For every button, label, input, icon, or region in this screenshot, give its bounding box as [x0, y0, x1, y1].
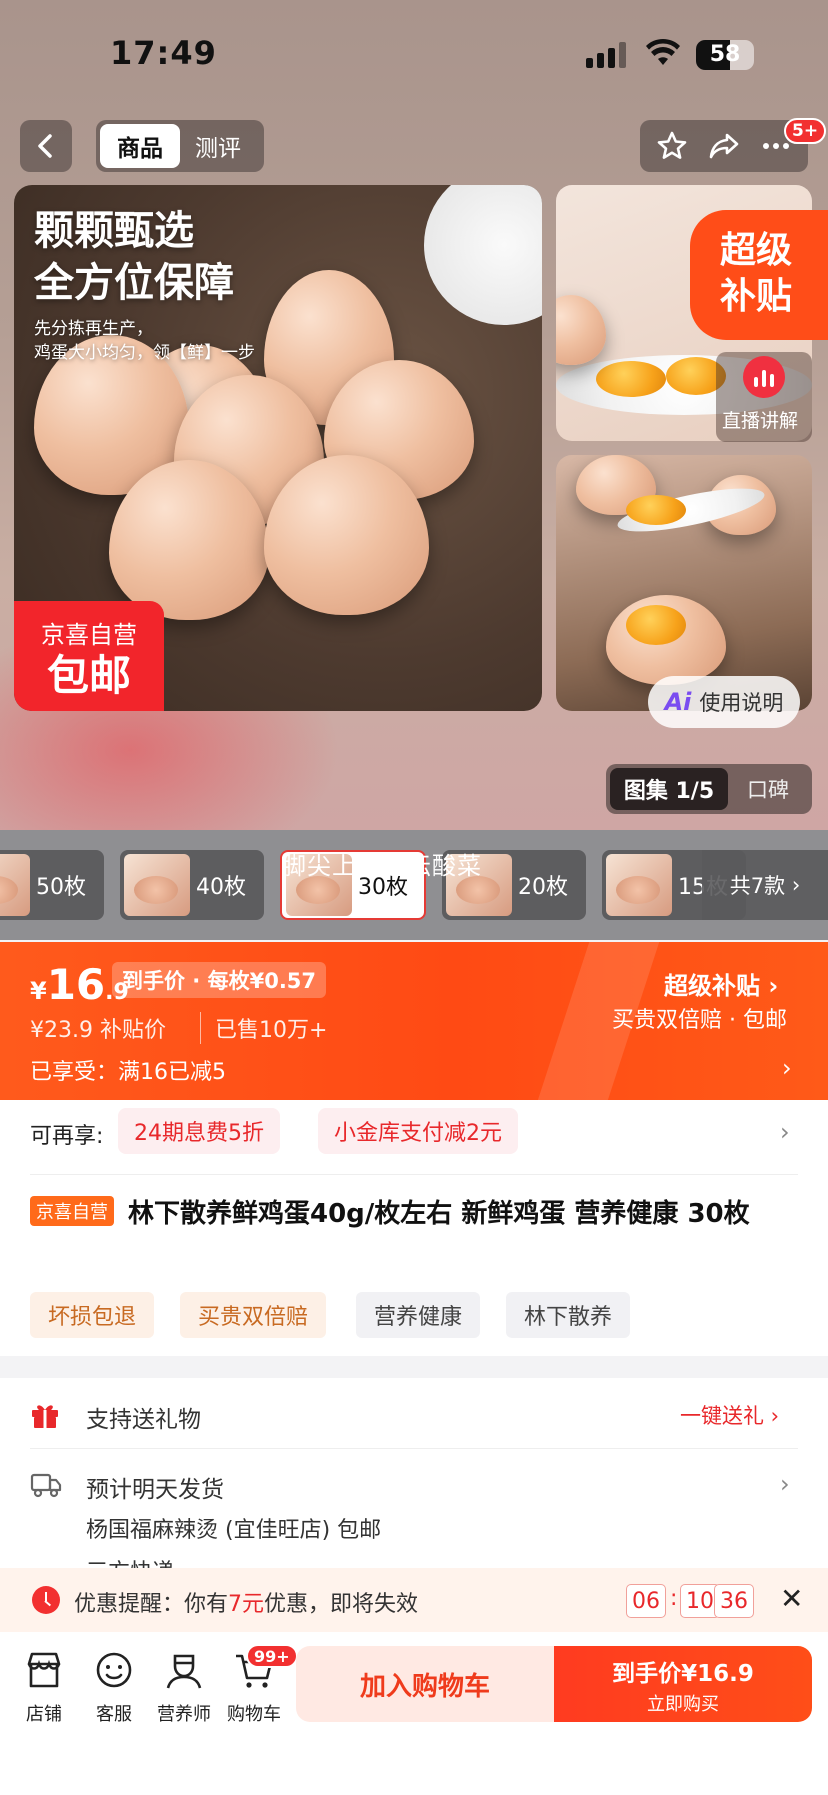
usage-guide-label: 使用说明	[699, 691, 784, 715]
chevron-right-icon[interactable]: ›	[782, 1054, 792, 1082]
add-to-cart-button[interactable]: 加入购物车	[296, 1646, 554, 1722]
gallery-switch: 图集 1/5 口碑	[606, 764, 812, 814]
nav-nutritionist[interactable]: 营养师	[148, 1648, 220, 1726]
applied-promo[interactable]: 已享受：满16已减5	[30, 1054, 226, 1086]
divider	[30, 1448, 798, 1449]
live-icon	[743, 356, 785, 398]
egg-illustration	[556, 295, 606, 365]
variant-total-button[interactable]: 共7款 ›	[702, 850, 828, 920]
variant-thumbnail	[606, 854, 672, 916]
signal-icon	[586, 42, 628, 68]
nutritionist-icon	[166, 1654, 202, 1689]
battery-level: 58	[709, 42, 741, 67]
subsidy-price: ¥23.9 补贴价	[30, 1018, 166, 1043]
sold-count: 已售10万+	[200, 1012, 327, 1044]
main-image-headline: 颗颗甄选 全方位保障	[34, 208, 234, 306]
yolk-illustration	[626, 495, 686, 525]
chevron-right-icon[interactable]: ›	[780, 1470, 790, 1498]
feature-tag[interactable]: 买贵双倍赔	[180, 1292, 327, 1338]
installment-promo-pill[interactable]: 24期息费5折	[118, 1108, 280, 1154]
shipping-estimate[interactable]: 预计明天发货	[86, 1470, 224, 1504]
close-icon[interactable]: ✕	[780, 1582, 803, 1615]
extra-promo-label: 可再享:	[30, 1124, 104, 1149]
ai-icon: Ai	[664, 688, 692, 716]
nav-store[interactable]: 店铺	[8, 1648, 80, 1726]
feature-tag[interactable]: 林下散养	[506, 1292, 631, 1338]
super-subsidy-link[interactable]: 超级补贴 ›	[664, 966, 778, 1001]
main-image-subtext: 先分拣再生产， 鸡蛋大小均匀，领【鲜】一步	[34, 319, 255, 363]
reviews-tab[interactable]: 口碑	[728, 774, 808, 804]
variant-option[interactable]: 50枚	[0, 850, 104, 920]
usage-guide-button[interactable]: Ai 使用说明	[648, 676, 800, 728]
send-gift-button[interactable]: 一键送礼 ›	[680, 1400, 779, 1430]
super-subsidy-desc: 买贵双倍赔 · 包邮	[612, 1008, 787, 1033]
hero-area: 17:49 58 商品 测评 5+ 颗颗甄选 全方位保障 先分拣再生产， 鸡蛋大…	[0, 0, 828, 830]
status-time: 17:49	[110, 34, 217, 72]
tab-product[interactable]: 商品	[100, 124, 180, 168]
cart-count-badge: 99+	[246, 1644, 298, 1668]
countdown-separator: :	[670, 1586, 678, 1611]
feature-tag[interactable]: 营养健康	[356, 1292, 481, 1338]
service-icon	[96, 1652, 132, 1688]
yolk-illustration	[626, 605, 686, 645]
live-ticker-text: 脚尖上的老坛酸菜	[282, 852, 482, 880]
variant-thumbnail	[0, 854, 30, 916]
header-actions	[640, 120, 808, 172]
battery-icon: 58	[696, 40, 754, 70]
thumbnail-spoon-image[interactable]	[556, 455, 812, 711]
clock-icon	[32, 1586, 60, 1614]
countdown-seconds: 36	[714, 1584, 754, 1618]
yolk-illustration	[596, 361, 666, 397]
chevron-right-icon[interactable]: ›	[780, 1118, 790, 1146]
main-product-image[interactable]: 颗颗甄选 全方位保障 先分拣再生产， 鸡蛋大小均匀，领【鲜】一步 京喜自营 包邮	[14, 185, 542, 711]
more-badge: 5+	[784, 118, 827, 144]
back-button[interactable]	[20, 120, 72, 172]
wallet-promo-pill[interactable]: 小金库支付减2元	[318, 1108, 518, 1154]
gift-icon	[32, 1405, 58, 1428]
plate-illustration	[424, 185, 542, 325]
variant-thumbnail	[124, 854, 190, 916]
divider	[30, 1174, 798, 1175]
truck-icon	[30, 1473, 62, 1498]
store-icon	[27, 1652, 61, 1688]
self-operated-tag: 京喜自营	[30, 1196, 114, 1226]
reminder-amount: 7元	[228, 1592, 265, 1617]
self-operated-badge: 京喜自营 包邮	[14, 601, 164, 711]
album-counter[interactable]: 图集 1/5	[610, 768, 728, 810]
chevron-right-icon: ›	[791, 873, 801, 897]
variant-option[interactable]: 40枚	[120, 850, 264, 920]
buy-now-button[interactable]: 到手价¥16.9 立即购买	[554, 1646, 812, 1722]
share-icon[interactable]	[708, 130, 740, 162]
tab-review[interactable]: 测评	[180, 124, 256, 168]
top-tabs: 商品 测评	[96, 120, 264, 172]
price-per-egg-tag: 到手价 · 每枚¥0.57	[112, 962, 327, 998]
ship-from-store: 杨国福麻辣烫 (宜佳旺店) 包邮	[86, 1518, 382, 1543]
live-explain-label: 直播讲解	[722, 410, 799, 432]
back-icon	[38, 134, 52, 158]
gift-support-label: 支持送礼物	[86, 1407, 201, 1433]
wifi-icon	[646, 38, 680, 65]
super-subsidy-badge[interactable]: 超级 补贴	[690, 210, 828, 340]
reminder-text: 优惠提醒：你有7元优惠，即将失效	[74, 1592, 419, 1617]
feature-tag[interactable]: 坏损包退	[30, 1292, 155, 1338]
countdown-hours: 06	[626, 1584, 666, 1618]
star-icon[interactable]	[656, 130, 688, 162]
product-title: 林下散养鲜鸡蛋40g/枚左右 新鲜鸡蛋 营养健康 30枚	[128, 1199, 750, 1229]
nav-service[interactable]: 客服	[78, 1648, 150, 1726]
